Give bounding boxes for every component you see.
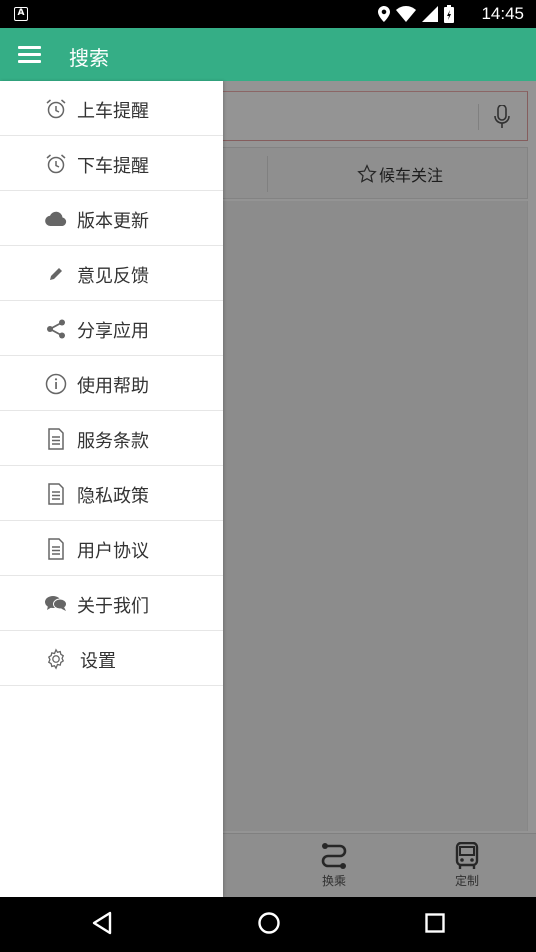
drawer-item-settings[interactable]: 设置 [0,631,223,686]
drawer-item-label: 使用帮助 [77,376,149,397]
drawer-item-label: 下车提醒 [77,156,149,177]
home-icon[interactable] [257,911,281,935]
drawer-item-label: 设置 [80,651,116,672]
drawer-item-help[interactable]: 使用帮助 [0,356,223,411]
status-bar: A 14:45 [0,0,536,28]
info-icon [45,373,67,395]
status-icons [378,5,454,23]
system-nav-bar [0,897,536,952]
back-icon[interactable] [91,911,113,935]
alarm-clock-icon [45,98,67,120]
recents-icon[interactable] [425,913,445,933]
pencil-icon [45,263,67,285]
alarm-clock-icon [45,153,67,175]
drawer-item-feedback[interactable]: 意见反馈 [0,246,223,301]
drawer-item-label: 上车提醒 [77,101,149,122]
menu-icon[interactable] [18,44,42,64]
drawer-item-privacy-policy[interactable]: 隐私政策 [0,466,223,521]
drawer-item-terms[interactable]: 服务条款 [0,411,223,466]
drawer-item-label: 分享应用 [77,321,149,342]
signal-icon [422,6,438,22]
drawer-item-label: 用户协议 [77,541,149,562]
wifi-icon [396,6,416,22]
cloud-icon [45,208,67,230]
notification-icon: A [14,7,28,21]
drawer-item-user-agreement[interactable]: 用户协议 [0,521,223,576]
location-icon [378,6,390,22]
gear-icon [45,648,67,670]
drawer-item-share-app[interactable]: 分享应用 [0,301,223,356]
drawer-item-label: 关于我们 [77,596,149,617]
document-icon [45,538,67,560]
drawer-item-label: 版本更新 [77,211,149,232]
navigation-drawer: 上车提醒 下车提醒 版本更新 意见反馈 分享应用 使用帮助 服务条款 隐私政策 … [0,81,223,897]
page-title: 搜索 [69,46,109,70]
battery-icon [444,5,454,23]
app-bar: 搜索 [0,28,536,81]
drawer-item-label: 隐私政策 [77,486,149,507]
drawer-item-label: 服务条款 [77,431,149,452]
drawer-item-version-update[interactable]: 版本更新 [0,191,223,246]
document-icon [45,428,67,450]
drawer-item-label: 意见反馈 [77,266,149,287]
share-icon [45,318,67,340]
chat-icon [45,593,67,615]
clock: 14:45 [481,4,524,23]
document-icon [45,483,67,505]
drawer-item-about-us[interactable]: 关于我们 [0,576,223,631]
drawer-item-boarding-reminder[interactable]: 上车提醒 [0,81,223,136]
drawer-item-alight-reminder[interactable]: 下车提醒 [0,136,223,191]
